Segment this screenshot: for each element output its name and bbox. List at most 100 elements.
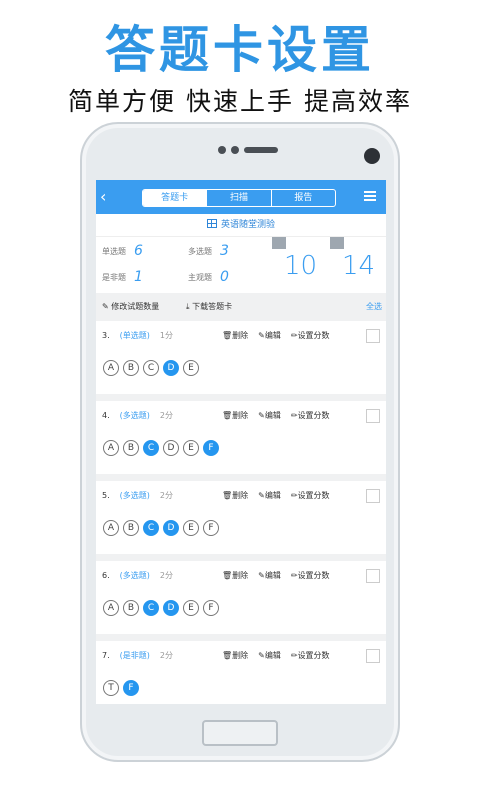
question-type[interactable]: (是非题) — [120, 651, 150, 660]
stat-multi: 多选题 3 — [188, 243, 229, 259]
answer-option[interactable]: T — [103, 680, 119, 696]
question-type[interactable]: (多选题) — [120, 571, 150, 580]
menu-icon[interactable] — [364, 191, 376, 201]
answer-option[interactable]: D — [163, 360, 179, 376]
question-number: 7. — [102, 651, 110, 660]
answer-option[interactable]: C — [143, 360, 159, 376]
edit-button[interactable]: ✎编辑 — [258, 570, 281, 581]
question-type[interactable]: (单选题) — [120, 331, 150, 340]
question-meta: 5. (多选题) 2分 — [102, 490, 173, 501]
answer-option[interactable]: E — [183, 360, 199, 376]
answer-option[interactable]: C — [143, 600, 159, 616]
question-list: 3. (单选题) 1分 🗑删除 ✎编辑 ✏设置分数 A B C D E 4. (多选题) 2分 🗑删除 ✎编辑… — [96, 321, 386, 704]
question-checkbox[interactable] — [366, 569, 380, 583]
pencil-icon: ✏ — [290, 571, 298, 580]
trash-icon: 🗑 — [222, 331, 233, 340]
edit-icon: ✎ — [258, 651, 265, 660]
delete-button[interactable]: 🗑删除 — [222, 330, 248, 341]
promo-headline: 答题卡设置 — [105, 21, 375, 79]
delete-button[interactable]: 🗑删除 — [222, 410, 248, 421]
question-type[interactable]: (多选题) — [120, 411, 150, 420]
question-row: 3. (单选题) 1分 🗑删除 ✎编辑 ✏设置分数 A B C D E — [96, 321, 386, 401]
answer-option[interactable]: B — [123, 520, 139, 536]
question-checkbox[interactable] — [366, 329, 380, 343]
question-score: 2分 — [159, 411, 173, 420]
set-score-button[interactable]: ✏设置分数 — [291, 650, 330, 661]
question-score: 2分 — [159, 651, 173, 660]
edit-button[interactable]: ✎编辑 — [258, 410, 281, 421]
answer-option[interactable]: E — [183, 600, 199, 616]
question-checkbox[interactable] — [366, 489, 380, 503]
edit-button[interactable]: ✎编辑 — [258, 330, 281, 341]
delete-button[interactable]: 🗑删除 — [222, 570, 248, 581]
edit-icon: ✎ — [258, 571, 265, 580]
download-button[interactable]: ⤓ 下载答题卡 — [186, 293, 232, 321]
answer-option[interactable]: E — [183, 520, 199, 536]
trash-icon: 🗑 — [222, 571, 233, 580]
question-ops: 🗑删除 ✎编辑 ✏设置分数 — [222, 650, 330, 661]
answer-option[interactable]: F — [203, 520, 219, 536]
option-list: ABCDEF — [103, 520, 219, 536]
question-checkbox[interactable] — [366, 649, 380, 663]
trash-icon: 🗑 — [222, 651, 233, 660]
set-score-button[interactable]: ✏设置分数 — [291, 490, 330, 501]
question-number: 3. — [102, 331, 110, 340]
edit-icon: ✎ — [258, 411, 265, 420]
edit-button[interactable]: ✎编辑 — [258, 650, 281, 661]
answer-option[interactable]: A — [103, 360, 119, 376]
question-stats: 单选题 6 多选题 3 是非题 1 主观题 0 10 14 — [96, 237, 386, 293]
set-score-button[interactable]: ✏设置分数 — [291, 570, 330, 581]
question-score: 2分 — [159, 571, 173, 580]
answer-option[interactable]: F — [203, 440, 219, 456]
question-checkbox[interactable] — [366, 409, 380, 423]
answer-option[interactable]: A — [103, 520, 119, 536]
download-icon: ⤓ — [186, 302, 190, 311]
option-list: ABCDE — [103, 360, 199, 376]
question-number: 4. — [102, 411, 110, 420]
home-button[interactable] — [202, 720, 278, 746]
answer-option[interactable]: B — [123, 440, 139, 456]
question-ops: 🗑删除 ✎编辑 ✏设置分数 — [222, 490, 330, 501]
pencil-icon: ✏ — [290, 411, 298, 420]
delete-button[interactable]: 🗑删除 — [222, 490, 248, 501]
tab-answer-card[interactable]: 答题卡 — [143, 190, 208, 206]
phone-frame: ‹ 答题卡 扫描 报告 英语随堂测验 单选题 6 多选题 3 是非题 1 主观题 0 — [80, 122, 400, 762]
total-score-flag — [330, 237, 344, 249]
answer-option[interactable]: E — [183, 440, 199, 456]
set-score-button[interactable]: ✏设置分数 — [291, 410, 330, 421]
back-icon[interactable]: ‹ — [100, 188, 106, 206]
answer-option[interactable]: B — [123, 360, 139, 376]
stat-single: 单选题 6 — [102, 243, 143, 259]
answer-option[interactable]: D — [163, 600, 179, 616]
total-count-b: 14 — [342, 251, 376, 281]
edit-button[interactable]: ✎编辑 — [258, 490, 281, 501]
action-bar: ✎ 修改试题数量 ⤓ 下载答题卡 全选 — [96, 293, 386, 321]
answer-option[interactable]: F — [203, 600, 219, 616]
quiz-title-bar: 英语随堂测验 — [96, 214, 386, 237]
quiz-title: 英语随堂测验 — [220, 220, 275, 230]
answer-option[interactable]: A — [103, 600, 119, 616]
app-screen: ‹ 答题卡 扫描 报告 英语随堂测验 单选题 6 多选题 3 是非题 1 主观题 0 — [96, 180, 386, 704]
table-icon — [206, 219, 217, 228]
phone-speaker — [218, 146, 278, 154]
answer-option[interactable]: F — [123, 680, 139, 696]
tab-scan[interactable]: 扫描 — [207, 190, 272, 206]
pencil-icon: ✏ — [290, 491, 298, 500]
answer-option[interactable]: C — [143, 440, 159, 456]
answer-option[interactable]: B — [123, 600, 139, 616]
tab-report[interactable]: 报告 — [272, 190, 335, 206]
select-all-button[interactable]: 全选 — [366, 293, 382, 321]
set-score-button[interactable]: ✏设置分数 — [291, 330, 330, 341]
edit-icon: ✎ — [258, 491, 265, 500]
trash-icon: 🗑 — [222, 491, 233, 500]
answer-option[interactable]: D — [163, 520, 179, 536]
answer-option[interactable]: A — [103, 440, 119, 456]
option-list: ABCDEF — [103, 440, 219, 456]
question-type[interactable]: (多选题) — [120, 491, 150, 500]
edit-count-button[interactable]: ✎ 修改试题数量 — [102, 293, 159, 321]
answer-option[interactable]: C — [143, 520, 159, 536]
question-number: 6. — [102, 571, 110, 580]
delete-button[interactable]: 🗑删除 — [222, 650, 248, 661]
question-number: 5. — [102, 491, 110, 500]
answer-option[interactable]: D — [163, 440, 179, 456]
